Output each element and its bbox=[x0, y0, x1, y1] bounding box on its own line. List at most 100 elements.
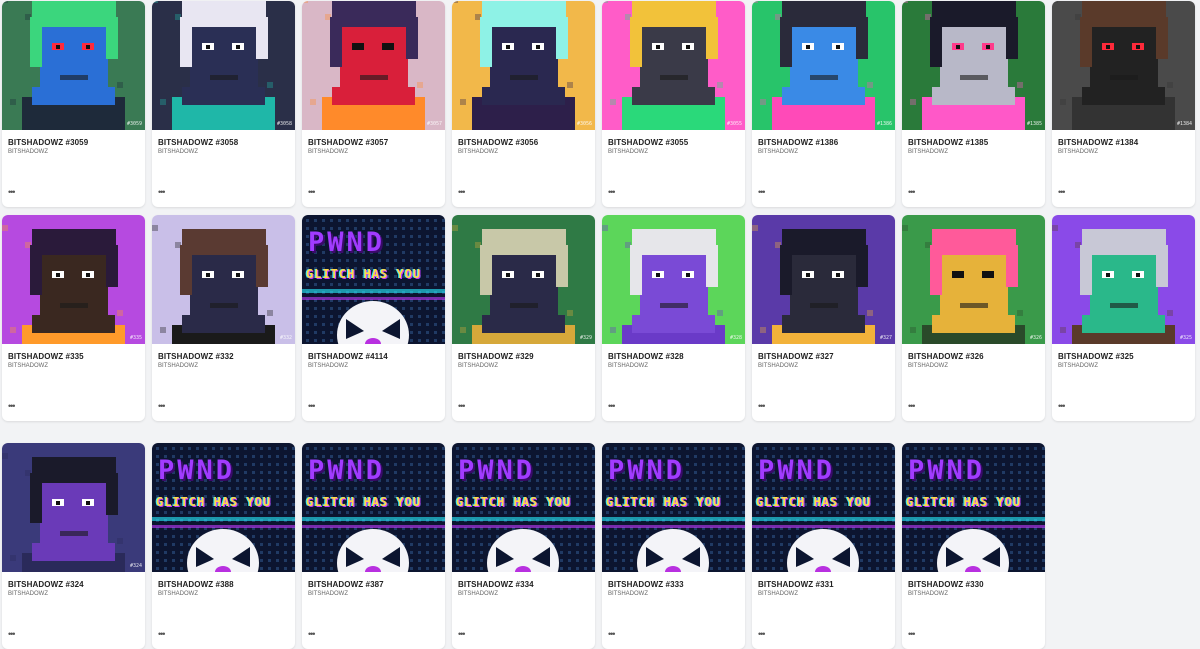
nft-title[interactable]: BITSHADOWZ #334 bbox=[458, 580, 534, 589]
more-options-button[interactable]: ••• bbox=[458, 629, 466, 639]
nft-artwork[interactable]: #1385 bbox=[902, 1, 1045, 130]
nft-title[interactable]: BITSHADOWZ #3056 bbox=[458, 138, 538, 147]
nft-artwork[interactable]: #326 bbox=[902, 215, 1045, 344]
nft-collection-name[interactable]: BITSHADOWZ bbox=[458, 363, 498, 369]
nft-artwork[interactable]: PWND GLITCH HAS YOU bbox=[752, 443, 895, 572]
nft-artwork[interactable]: #324 bbox=[2, 443, 145, 572]
more-options-button[interactable]: ••• bbox=[758, 187, 766, 197]
nft-title[interactable]: BITSHADOWZ #327 bbox=[758, 352, 834, 361]
nft-title[interactable]: BITSHADOWZ #324 bbox=[8, 580, 84, 589]
nft-title[interactable]: BITSHADOWZ #387 bbox=[308, 580, 384, 589]
more-options-button[interactable]: ••• bbox=[1058, 401, 1066, 411]
nft-card[interactable]: #3057 BITSHADOWZ #3057 BITSHADOWZ ••• bbox=[302, 1, 445, 207]
more-options-button[interactable]: ••• bbox=[158, 401, 166, 411]
nft-card[interactable]: PWND GLITCH HAS YOU BITSHADOWZ #387 BITSH… bbox=[302, 443, 445, 649]
nft-title[interactable]: BITSHADOWZ #326 bbox=[908, 352, 984, 361]
nft-artwork[interactable]: #3056 bbox=[452, 1, 595, 130]
nft-card[interactable]: PWND GLITCH HAS YOU BITSHADOWZ #4114 BITS… bbox=[302, 215, 445, 421]
nft-card[interactable]: PWND GLITCH HAS YOU BITSHADOWZ #334 BITSH… bbox=[452, 443, 595, 649]
nft-collection-name[interactable]: BITSHADOWZ bbox=[308, 591, 348, 597]
nft-title[interactable]: BITSHADOWZ #3059 bbox=[8, 138, 88, 147]
more-options-button[interactable]: ••• bbox=[158, 629, 166, 639]
nft-collection-name[interactable]: BITSHADOWZ bbox=[908, 149, 948, 155]
nft-artwork[interactable]: #328 bbox=[602, 215, 745, 344]
more-options-button[interactable]: ••• bbox=[908, 401, 916, 411]
more-options-button[interactable]: ••• bbox=[308, 187, 316, 197]
nft-card[interactable]: #329 BITSHADOWZ #329 BITSHADOWZ ••• bbox=[452, 215, 595, 421]
nft-collection-name[interactable]: BITSHADOWZ bbox=[458, 591, 498, 597]
nft-card[interactable]: #326 BITSHADOWZ #326 BITSHADOWZ ••• bbox=[902, 215, 1045, 421]
more-options-button[interactable]: ••• bbox=[158, 187, 166, 197]
nft-card[interactable]: #328 BITSHADOWZ #328 BITSHADOWZ ••• bbox=[602, 215, 745, 421]
nft-artwork[interactable]: #332 bbox=[152, 215, 295, 344]
nft-artwork[interactable]: PWND GLITCH HAS YOU bbox=[302, 443, 445, 572]
nft-card[interactable]: #3059 BITSHADOWZ #3059 BITSHADOWZ ••• bbox=[2, 1, 145, 207]
nft-collection-name[interactable]: BITSHADOWZ bbox=[1058, 149, 1098, 155]
nft-collection-name[interactable]: BITSHADOWZ bbox=[908, 363, 948, 369]
nft-artwork[interactable]: #3057 bbox=[302, 1, 445, 130]
nft-title[interactable]: BITSHADOWZ #332 bbox=[158, 352, 234, 361]
nft-title[interactable]: BITSHADOWZ #329 bbox=[458, 352, 534, 361]
nft-collection-name[interactable]: BITSHADOWZ bbox=[608, 591, 648, 597]
more-options-button[interactable]: ••• bbox=[308, 401, 316, 411]
nft-collection-name[interactable]: BITSHADOWZ bbox=[608, 363, 648, 369]
more-options-button[interactable]: ••• bbox=[458, 401, 466, 411]
nft-artwork[interactable]: #327 bbox=[752, 215, 895, 344]
nft-card[interactable]: PWND GLITCH HAS YOU BITSHADOWZ #331 BITSH… bbox=[752, 443, 895, 649]
nft-artwork[interactable]: PWND GLITCH HAS YOU bbox=[302, 215, 445, 344]
nft-artwork[interactable]: #325 bbox=[1052, 215, 1195, 344]
more-options-button[interactable]: ••• bbox=[758, 629, 766, 639]
nft-card[interactable]: #3056 BITSHADOWZ #3056 BITSHADOWZ ••• bbox=[452, 1, 595, 207]
more-options-button[interactable]: ••• bbox=[608, 629, 616, 639]
nft-title[interactable]: BITSHADOWZ #328 bbox=[608, 352, 684, 361]
nft-card[interactable]: #332 BITSHADOWZ #332 BITSHADOWZ ••• bbox=[152, 215, 295, 421]
nft-collection-name[interactable]: BITSHADOWZ bbox=[158, 591, 198, 597]
nft-collection-name[interactable]: BITSHADOWZ bbox=[8, 363, 48, 369]
nft-artwork[interactable]: PWND GLITCH HAS YOU bbox=[452, 443, 595, 572]
nft-title[interactable]: BITSHADOWZ #4114 bbox=[308, 352, 388, 361]
more-options-button[interactable]: ••• bbox=[758, 401, 766, 411]
nft-card[interactable]: PWND GLITCH HAS YOU BITSHADOWZ #330 BITSH… bbox=[902, 443, 1045, 649]
nft-title[interactable]: BITSHADOWZ #3058 bbox=[158, 138, 238, 147]
nft-title[interactable]: BITSHADOWZ #388 bbox=[158, 580, 234, 589]
nft-card[interactable]: #3055 BITSHADOWZ #3055 BITSHADOWZ ••• bbox=[602, 1, 745, 207]
nft-card[interactable]: #325 BITSHADOWZ #325 BITSHADOWZ ••• bbox=[1052, 215, 1195, 421]
nft-collection-name[interactable]: BITSHADOWZ bbox=[908, 591, 948, 597]
nft-title[interactable]: BITSHADOWZ #1386 bbox=[758, 138, 838, 147]
nft-title[interactable]: BITSHADOWZ #1385 bbox=[908, 138, 988, 147]
nft-artwork[interactable]: #329 bbox=[452, 215, 595, 344]
nft-artwork[interactable]: #3055 bbox=[602, 1, 745, 130]
more-options-button[interactable]: ••• bbox=[908, 187, 916, 197]
more-options-button[interactable]: ••• bbox=[8, 401, 16, 411]
nft-card[interactable]: PWND GLITCH HAS YOU BITSHADOWZ #388 BITSH… bbox=[152, 443, 295, 649]
nft-collection-name[interactable]: BITSHADOWZ bbox=[608, 149, 648, 155]
nft-collection-name[interactable]: BITSHADOWZ bbox=[758, 591, 798, 597]
nft-title[interactable]: BITSHADOWZ #331 bbox=[758, 580, 834, 589]
nft-card[interactable]: #327 BITSHADOWZ #327 BITSHADOWZ ••• bbox=[752, 215, 895, 421]
nft-card[interactable]: #1386 BITSHADOWZ #1386 BITSHADOWZ ••• bbox=[752, 1, 895, 207]
nft-collection-name[interactable]: BITSHADOWZ bbox=[8, 591, 48, 597]
nft-card[interactable]: PWND GLITCH HAS YOU BITSHADOWZ #333 BITSH… bbox=[602, 443, 745, 649]
nft-card[interactable]: #335 BITSHADOWZ #335 BITSHADOWZ ••• bbox=[2, 215, 145, 421]
nft-collection-name[interactable]: BITSHADOWZ bbox=[308, 149, 348, 155]
nft-collection-name[interactable]: BITSHADOWZ bbox=[1058, 363, 1098, 369]
nft-card[interactable]: #1384 BITSHADOWZ #1384 BITSHADOWZ ••• bbox=[1052, 1, 1195, 207]
nft-collection-name[interactable]: BITSHADOWZ bbox=[758, 149, 798, 155]
nft-card[interactable]: #3058 BITSHADOWZ #3058 BITSHADOWZ ••• bbox=[152, 1, 295, 207]
nft-title[interactable]: BITSHADOWZ #333 bbox=[608, 580, 684, 589]
nft-collection-name[interactable]: BITSHADOWZ bbox=[758, 363, 798, 369]
more-options-button[interactable]: ••• bbox=[608, 401, 616, 411]
nft-artwork[interactable]: #1386 bbox=[752, 1, 895, 130]
nft-card[interactable]: #324 BITSHADOWZ #324 BITSHADOWZ ••• bbox=[2, 443, 145, 649]
nft-title[interactable]: BITSHADOWZ #325 bbox=[1058, 352, 1134, 361]
more-options-button[interactable]: ••• bbox=[308, 629, 316, 639]
more-options-button[interactable]: ••• bbox=[8, 187, 16, 197]
nft-title[interactable]: BITSHADOWZ #3057 bbox=[308, 138, 388, 147]
nft-artwork[interactable]: #3059 bbox=[2, 1, 145, 130]
nft-title[interactable]: BITSHADOWZ #330 bbox=[908, 580, 984, 589]
nft-card[interactable]: #1385 BITSHADOWZ #1385 BITSHADOWZ ••• bbox=[902, 1, 1045, 207]
more-options-button[interactable]: ••• bbox=[458, 187, 466, 197]
more-options-button[interactable]: ••• bbox=[908, 629, 916, 639]
nft-title[interactable]: BITSHADOWZ #1384 bbox=[1058, 138, 1138, 147]
nft-collection-name[interactable]: BITSHADOWZ bbox=[308, 363, 348, 369]
